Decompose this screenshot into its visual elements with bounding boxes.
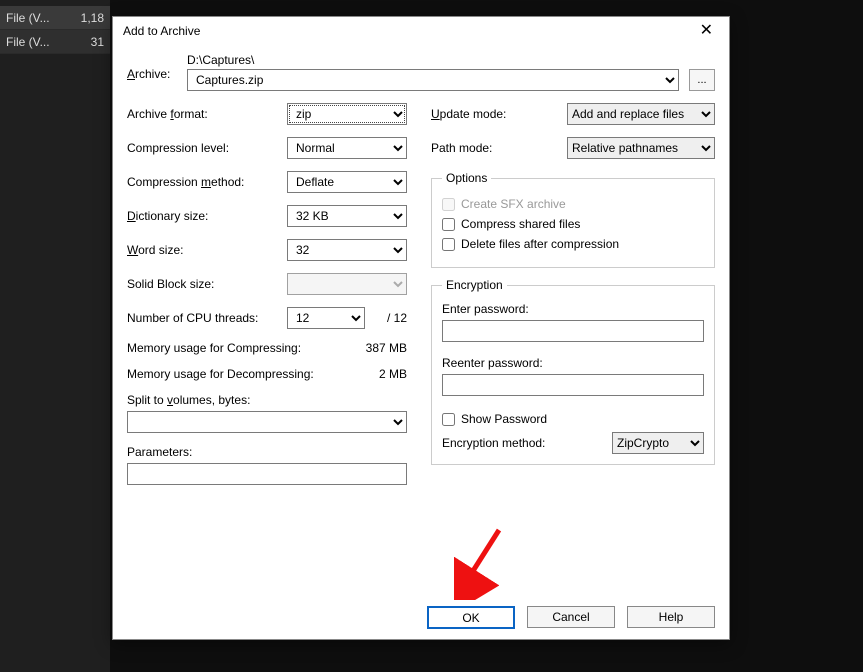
mem-comp-label: Memory usage for Compressing: — [127, 341, 301, 355]
close-icon[interactable]: ✕ — [694, 23, 719, 39]
sfx-checkbox — [442, 198, 455, 211]
file-row[interactable]: File (V... 1,18 — [0, 6, 110, 30]
cpu-threads-total: / 12 — [371, 311, 407, 325]
delete-checkbox[interactable] — [442, 238, 455, 251]
shared-label: Compress shared files — [461, 217, 580, 231]
enter-password-label: Enter password: — [442, 302, 704, 316]
mem-decomp-label: Memory usage for Decompressing: — [127, 367, 314, 381]
browse-button[interactable]: ... — [689, 69, 715, 91]
path-mode-select[interactable]: Relative pathnames — [567, 137, 715, 159]
sfx-label: Create SFX archive — [461, 197, 566, 211]
delete-checkbox-row[interactable]: Delete files after compression — [442, 237, 704, 251]
file-browser-background: File (V... 1,18 File (V... 31 — [0, 0, 110, 672]
compression-level-label: Compression level: — [127, 141, 287, 155]
dictionary-size-select[interactable]: 32 KB — [287, 205, 407, 227]
cpu-threads-select[interactable]: 12 — [287, 307, 365, 329]
update-mode-select[interactable]: Add and replace files — [567, 103, 715, 125]
show-password-checkbox[interactable] — [442, 413, 455, 426]
mem-comp-value: 387 MB — [366, 341, 407, 355]
file-name: File (V... — [6, 11, 50, 25]
enter-password-input[interactable] — [442, 320, 704, 342]
path-mode-label: Path mode: — [431, 141, 492, 155]
shared-checkbox-row[interactable]: Compress shared files — [442, 217, 704, 231]
cancel-button[interactable]: Cancel — [527, 606, 615, 628]
encryption-method-select[interactable]: ZipCrypto — [612, 432, 704, 454]
archive-path: D:\Captures\ — [187, 53, 679, 67]
update-mode-label: Update mode: — [431, 107, 506, 121]
archive-label: Archive: — [127, 53, 177, 81]
word-size-label: Word size: — [127, 243, 287, 257]
parameters-label: Parameters: — [127, 445, 407, 459]
solid-block-label: Solid Block size: — [127, 277, 287, 291]
encryption-group: Encryption Enter password: Reenter passw… — [431, 278, 715, 465]
add-to-archive-dialog: Add to Archive ✕ Archive: D:\Captures\ C… — [112, 16, 730, 640]
delete-label: Delete files after compression — [461, 237, 619, 251]
compression-method-select[interactable]: Deflate — [287, 171, 407, 193]
titlebar: Add to Archive ✕ — [113, 17, 729, 45]
file-size: 1,18 — [81, 11, 104, 25]
split-volumes-select[interactable] — [127, 411, 407, 433]
file-size: 31 — [91, 35, 104, 49]
dialog-title: Add to Archive — [123, 24, 200, 38]
parameters-input[interactable] — [127, 463, 407, 485]
encryption-legend: Encryption — [442, 278, 507, 292]
solid-block-select — [287, 273, 407, 295]
shared-checkbox[interactable] — [442, 218, 455, 231]
cpu-threads-label: Number of CPU threads: — [127, 311, 287, 325]
encryption-method-label: Encryption method: — [442, 436, 545, 450]
reenter-password-label: Reenter password: — [442, 356, 704, 370]
archive-name-select[interactable]: Captures.zip — [187, 69, 679, 91]
file-name: File (V... — [6, 35, 50, 49]
reenter-password-input[interactable] — [442, 374, 704, 396]
help-button[interactable]: Help — [627, 606, 715, 628]
sfx-checkbox-row: Create SFX archive — [442, 197, 704, 211]
options-legend: Options — [442, 171, 491, 185]
ok-button[interactable]: OK — [427, 606, 515, 629]
options-group: Options Create SFX archive Compress shar… — [431, 171, 715, 268]
dictionary-size-label: Dictionary size: — [127, 209, 287, 223]
archive-format-select[interactable]: zip — [287, 103, 407, 125]
show-password-row[interactable]: Show Password — [442, 412, 704, 426]
file-row[interactable]: File (V... 31 — [0, 30, 110, 54]
mem-decomp-value: 2 MB — [379, 367, 407, 381]
word-size-select[interactable]: 32 — [287, 239, 407, 261]
show-password-label: Show Password — [461, 412, 547, 426]
compression-level-select[interactable]: Normal — [287, 137, 407, 159]
archive-format-label: Archive format: — [127, 107, 287, 121]
compression-method-label: Compression method: — [127, 175, 287, 189]
split-volumes-label: Split to volumes, bytes: — [127, 393, 407, 407]
